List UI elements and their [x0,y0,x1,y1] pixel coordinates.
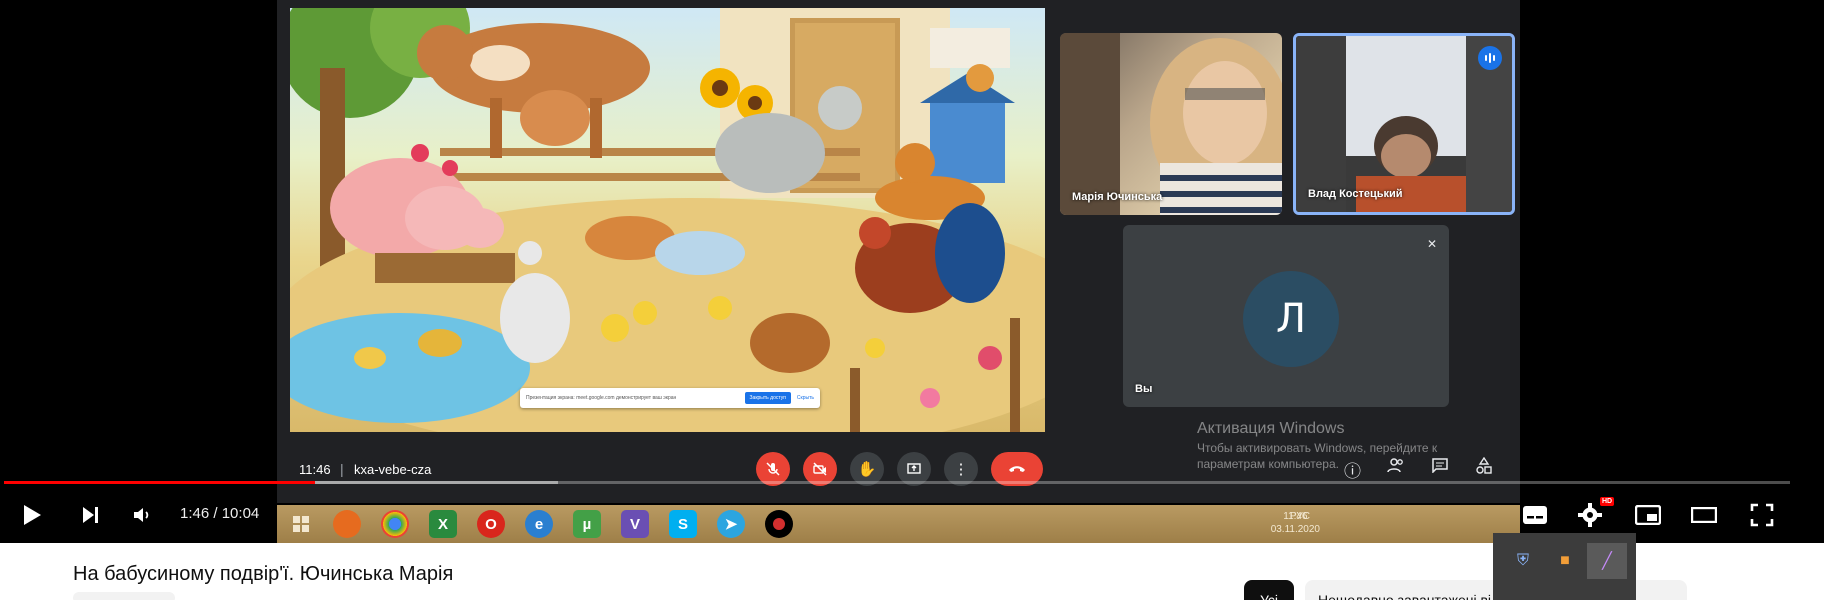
volume-button[interactable] [124,497,160,533]
divider: | [340,461,344,477]
edge-icon: e [525,510,553,538]
time-separator: / [209,505,222,522]
hide-notification-button: Скрыть [796,395,814,401]
opera-icon: O [477,510,505,538]
chrome-icon [381,510,409,538]
subtitles-button[interactable] [1515,497,1555,533]
package-icon[interactable]: ■ [1545,543,1585,579]
clock-date: 03.11.2020 [1270,524,1320,535]
utorrent-icon: µ [573,510,601,538]
taskbar-clock: 11:46 03.11.2020 [1271,510,1320,536]
time-total: 10:04 [221,505,260,522]
volume-icon [134,508,149,522]
youtube-watch-page: Презентация экрана: meet.google.com демо… [0,0,1824,600]
played-bar [4,481,315,484]
extensions-popup: ⛨ ■ ╱ [1493,533,1636,600]
speaking-indicator-icon [1478,46,1502,70]
participant-name: Влад Костецький [1308,188,1403,200]
play-button[interactable] [14,497,50,533]
participant-tile-self: ✕ Л Вы [1123,225,1449,407]
skip-next-icon [83,507,98,523]
miniplayer-button[interactable] [1628,497,1668,533]
chip-all[interactable]: Усі [1244,580,1294,600]
subtitles-icon [1523,506,1547,524]
progress-bar[interactable] [4,481,1790,484]
participant-name: Вы [1135,383,1153,395]
meeting-time: 11:46 [299,462,331,477]
farmyard-illustration [290,8,1045,432]
pen-icon[interactable]: ╱ [1587,543,1627,579]
telegram-icon: ➤ [717,510,745,538]
play-icon [24,505,41,525]
time-display: 1:46 / 10:04 [180,505,259,522]
next-button[interactable] [72,497,108,533]
time-current: 1:46 [180,505,210,522]
google-meet-recording: Презентация экрана: meet.google.com демо… [277,0,1520,503]
watermark-title: Активация Windows [1197,420,1345,437]
chat-icon [1431,457,1449,478]
shared-screen-slide: Презентация экрана: meet.google.com демо… [290,8,1045,432]
mic-muted-icon: ✕ [1426,237,1437,251]
meeting-code: kxa-vebe-cza [354,462,432,477]
stop-sharing-button: Закрыть доступ [744,392,791,404]
participant-video-maria [1060,33,1282,215]
video-meta-pill [73,592,175,600]
meet-toolbar: 11:46 | kxa-vebe-cza ✋ ⋮ ⓘ [277,452,1520,492]
miniplayer-icon [1635,505,1661,525]
avatar: Л [1243,271,1339,367]
fullscreen-icon [1750,503,1774,527]
vpn-icon: V [621,510,649,538]
participant-tile-vlad: Влад Костецький [1293,33,1515,215]
firefox-icon [333,510,361,538]
meeting-info-icon: ⓘ [1344,462,1361,481]
gear-icon [1578,503,1602,527]
skype-icon: S [669,510,697,538]
theater-mode-button[interactable] [1684,497,1724,533]
fullscreen-button[interactable] [1742,497,1782,533]
participant-tile-maria: Марія Ючинська [1060,33,1282,215]
activities-icon [1475,456,1493,480]
participant-name: Марія Ючинська [1072,191,1163,203]
video-player[interactable]: Презентация экрана: meet.google.com демо… [0,0,1824,543]
shield-icon[interactable]: ⛨ [1503,543,1543,579]
recorder-icon [765,510,793,538]
screen-share-notification: Презентация экрана: meet.google.com демо… [520,388,820,408]
clock-time: 11:46 [1283,511,1308,522]
hd-badge: HD [1600,497,1615,506]
participants-icon [1387,457,1405,478]
windows-start-icon [287,510,315,538]
excel-icon: X [429,510,457,538]
windows-taskbar: X O e µ V S ➤ РУС 11:46 03.11.2020 [277,505,1520,543]
screen-share-text: Презентация экрана: meet.google.com демо… [526,395,677,401]
video-title: На бабусиному подвір'ї. Ючинська Марія [73,563,454,585]
theater-mode-icon [1691,507,1717,523]
